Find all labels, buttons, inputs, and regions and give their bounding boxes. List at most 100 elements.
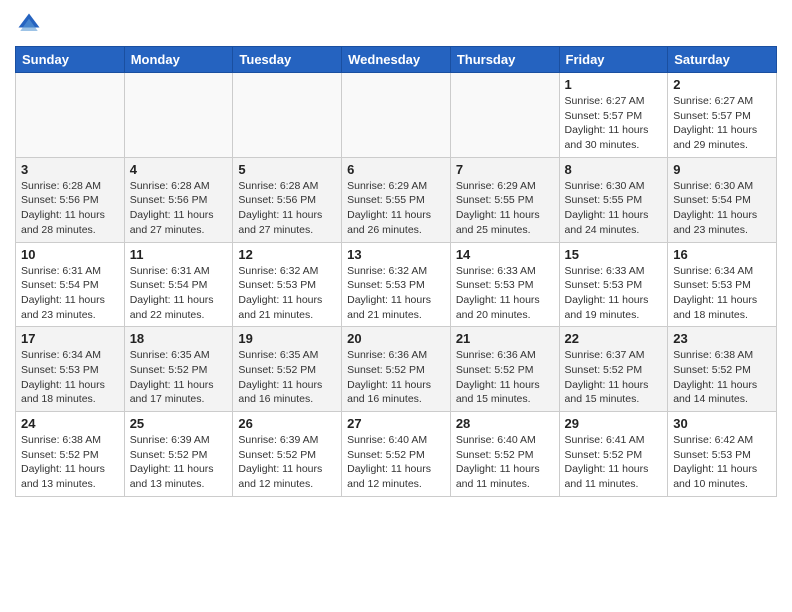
day-info: Sunrise: 6:40 AM Sunset: 5:52 PM Dayligh… bbox=[347, 433, 445, 492]
calendar-cell: 28 Sunrise: 6:40 AM Sunset: 5:52 PM Dayli… bbox=[450, 412, 559, 497]
day-number: 8 bbox=[565, 162, 663, 177]
calendar-cell: 23 Sunrise: 6:38 AM Sunset: 5:52 PM Dayli… bbox=[668, 327, 777, 412]
day-info: Sunrise: 6:34 AM Sunset: 5:53 PM Dayligh… bbox=[673, 264, 771, 323]
day-number: 12 bbox=[238, 247, 336, 262]
day-info: Sunrise: 6:38 AM Sunset: 5:52 PM Dayligh… bbox=[673, 348, 771, 407]
weekday-header-monday: Monday bbox=[124, 47, 233, 73]
calendar-cell: 5Sunrise: 6:28 AM Sunset: 5:56 PM Daylig… bbox=[233, 157, 342, 242]
weekday-header-thursday: Thursday bbox=[450, 47, 559, 73]
day-number: 11 bbox=[130, 247, 228, 262]
weekday-header-wednesday: Wednesday bbox=[342, 47, 451, 73]
day-number: 29 bbox=[565, 416, 663, 431]
calendar-cell: 8 Sunrise: 6:30 AM Sunset: 5:55 PM Daylig… bbox=[559, 157, 668, 242]
calendar-cell: 1 Sunrise: 6:27 AM Sunset: 5:57 PM Daylig… bbox=[559, 73, 668, 158]
day-number: 1 bbox=[565, 77, 663, 92]
day-number: 25 bbox=[130, 416, 228, 431]
day-number: 28 bbox=[456, 416, 554, 431]
calendar-cell: 30 Sunrise: 6:42 AM Sunset: 5:53 PM Dayli… bbox=[668, 412, 777, 497]
weekday-header-tuesday: Tuesday bbox=[233, 47, 342, 73]
calendar-cell: 27 Sunrise: 6:40 AM Sunset: 5:52 PM Dayli… bbox=[342, 412, 451, 497]
weekday-header-row: SundayMondayTuesdayWednesdayThursdayFrid… bbox=[16, 47, 777, 73]
day-number: 16 bbox=[673, 247, 771, 262]
calendar-cell: 10Sunrise: 6:31 AM Sunset: 5:54 PM Dayli… bbox=[16, 242, 125, 327]
day-number: 7 bbox=[456, 162, 554, 177]
day-number: 6 bbox=[347, 162, 445, 177]
day-number: 26 bbox=[238, 416, 336, 431]
day-number: 24 bbox=[21, 416, 119, 431]
calendar-cell: 3 Sunrise: 6:28 AM Sunset: 5:56 PM Daylig… bbox=[16, 157, 125, 242]
day-info: Sunrise: 6:40 AM Sunset: 5:52 PM Dayligh… bbox=[456, 433, 554, 492]
logo-icon bbox=[15, 10, 43, 38]
calendar-cell: 21 Sunrise: 6:36 AM Sunset: 5:52 PM Dayli… bbox=[450, 327, 559, 412]
day-info: Sunrise: 6:42 AM Sunset: 5:53 PM Dayligh… bbox=[673, 433, 771, 492]
day-info: Sunrise: 6:30 AM Sunset: 5:54 PM Dayligh… bbox=[673, 179, 771, 238]
day-info: Sunrise: 6:31 AM Sunset: 5:54 PM Dayligh… bbox=[130, 264, 228, 323]
calendar-cell: 19 Sunrise: 6:35 AM Sunset: 5:52 PM Dayli… bbox=[233, 327, 342, 412]
day-info: Sunrise: 6:33 AM Sunset: 5:53 PM Dayligh… bbox=[565, 264, 663, 323]
calendar-cell: 20 Sunrise: 6:36 AM Sunset: 5:52 PM Dayli… bbox=[342, 327, 451, 412]
calendar-cell: 18 Sunrise: 6:35 AM Sunset: 5:52 PM Dayli… bbox=[124, 327, 233, 412]
calendar-cell: 25 Sunrise: 6:39 AM Sunset: 5:52 PM Dayli… bbox=[124, 412, 233, 497]
logo bbox=[15, 10, 47, 38]
day-info: Sunrise: 6:30 AM Sunset: 5:55 PM Dayligh… bbox=[565, 179, 663, 238]
calendar-cell: 24Sunrise: 6:38 AM Sunset: 5:52 PM Dayli… bbox=[16, 412, 125, 497]
day-number: 19 bbox=[238, 331, 336, 346]
day-info: Sunrise: 6:41 AM Sunset: 5:52 PM Dayligh… bbox=[565, 433, 663, 492]
day-info: Sunrise: 6:27 AM Sunset: 5:57 PM Dayligh… bbox=[565, 94, 663, 153]
day-info: Sunrise: 6:34 AM Sunset: 5:53 PM Dayligh… bbox=[21, 348, 119, 407]
calendar-cell bbox=[16, 73, 125, 158]
calendar-cell: 14 Sunrise: 6:33 AM Sunset: 5:53 PM Dayli… bbox=[450, 242, 559, 327]
day-info: Sunrise: 6:32 AM Sunset: 5:53 PM Dayligh… bbox=[238, 264, 336, 323]
weekday-header-friday: Friday bbox=[559, 47, 668, 73]
page: SundayMondayTuesdayWednesdayThursdayFrid… bbox=[0, 0, 792, 512]
calendar-cell: 29 Sunrise: 6:41 AM Sunset: 5:52 PM Dayli… bbox=[559, 412, 668, 497]
day-info: Sunrise: 6:39 AM Sunset: 5:52 PM Dayligh… bbox=[238, 433, 336, 492]
day-number: 18 bbox=[130, 331, 228, 346]
week-row-1: 1 Sunrise: 6:27 AM Sunset: 5:57 PM Daylig… bbox=[16, 73, 777, 158]
day-number: 3 bbox=[21, 162, 119, 177]
day-info: Sunrise: 6:27 AM Sunset: 5:57 PM Dayligh… bbox=[673, 94, 771, 153]
day-info: Sunrise: 6:39 AM Sunset: 5:52 PM Dayligh… bbox=[130, 433, 228, 492]
calendar-cell: 7 Sunrise: 6:29 AM Sunset: 5:55 PM Daylig… bbox=[450, 157, 559, 242]
calendar-cell: 22 Sunrise: 6:37 AM Sunset: 5:52 PM Dayli… bbox=[559, 327, 668, 412]
week-row-5: 24Sunrise: 6:38 AM Sunset: 5:52 PM Dayli… bbox=[16, 412, 777, 497]
day-number: 10 bbox=[21, 247, 119, 262]
day-info: Sunrise: 6:35 AM Sunset: 5:52 PM Dayligh… bbox=[238, 348, 336, 407]
week-row-4: 17Sunrise: 6:34 AM Sunset: 5:53 PM Dayli… bbox=[16, 327, 777, 412]
day-number: 30 bbox=[673, 416, 771, 431]
day-info: Sunrise: 6:29 AM Sunset: 5:55 PM Dayligh… bbox=[456, 179, 554, 238]
weekday-header-saturday: Saturday bbox=[668, 47, 777, 73]
calendar-cell: 9 Sunrise: 6:30 AM Sunset: 5:54 PM Daylig… bbox=[668, 157, 777, 242]
calendar-cell: 2 Sunrise: 6:27 AM Sunset: 5:57 PM Daylig… bbox=[668, 73, 777, 158]
calendar-cell: 16 Sunrise: 6:34 AM Sunset: 5:53 PM Dayli… bbox=[668, 242, 777, 327]
week-row-2: 3 Sunrise: 6:28 AM Sunset: 5:56 PM Daylig… bbox=[16, 157, 777, 242]
day-number: 14 bbox=[456, 247, 554, 262]
calendar-cell: 26 Sunrise: 6:39 AM Sunset: 5:52 PM Dayli… bbox=[233, 412, 342, 497]
day-number: 23 bbox=[673, 331, 771, 346]
calendar-cell bbox=[342, 73, 451, 158]
day-number: 13 bbox=[347, 247, 445, 262]
day-number: 2 bbox=[673, 77, 771, 92]
day-info: Sunrise: 6:37 AM Sunset: 5:52 PM Dayligh… bbox=[565, 348, 663, 407]
day-number: 5 bbox=[238, 162, 336, 177]
header bbox=[15, 10, 777, 38]
day-number: 27 bbox=[347, 416, 445, 431]
calendar-cell: 11 Sunrise: 6:31 AM Sunset: 5:54 PM Dayli… bbox=[124, 242, 233, 327]
day-info: Sunrise: 6:36 AM Sunset: 5:52 PM Dayligh… bbox=[347, 348, 445, 407]
day-number: 20 bbox=[347, 331, 445, 346]
day-info: Sunrise: 6:36 AM Sunset: 5:52 PM Dayligh… bbox=[456, 348, 554, 407]
calendar-cell: 4Sunrise: 6:28 AM Sunset: 5:56 PM Daylig… bbox=[124, 157, 233, 242]
calendar-cell: 17Sunrise: 6:34 AM Sunset: 5:53 PM Dayli… bbox=[16, 327, 125, 412]
calendar-cell bbox=[450, 73, 559, 158]
calendar-cell: 15 Sunrise: 6:33 AM Sunset: 5:53 PM Dayli… bbox=[559, 242, 668, 327]
day-number: 15 bbox=[565, 247, 663, 262]
day-info: Sunrise: 6:33 AM Sunset: 5:53 PM Dayligh… bbox=[456, 264, 554, 323]
calendar: SundayMondayTuesdayWednesdayThursdayFrid… bbox=[15, 46, 777, 497]
calendar-cell: 12 Sunrise: 6:32 AM Sunset: 5:53 PM Dayli… bbox=[233, 242, 342, 327]
week-row-3: 10 Sunrise: 6:31 AM Sunset: 5:54 PM Dayli… bbox=[16, 242, 777, 327]
day-number: 22 bbox=[565, 331, 663, 346]
day-number: 9 bbox=[673, 162, 771, 177]
day-info: Sunrise: 6:35 AM Sunset: 5:52 PM Dayligh… bbox=[130, 348, 228, 407]
day-info: Sunrise: 6:28 AM Sunset: 5:56 PM Dayligh… bbox=[21, 179, 119, 238]
day-number: 21 bbox=[456, 331, 554, 346]
